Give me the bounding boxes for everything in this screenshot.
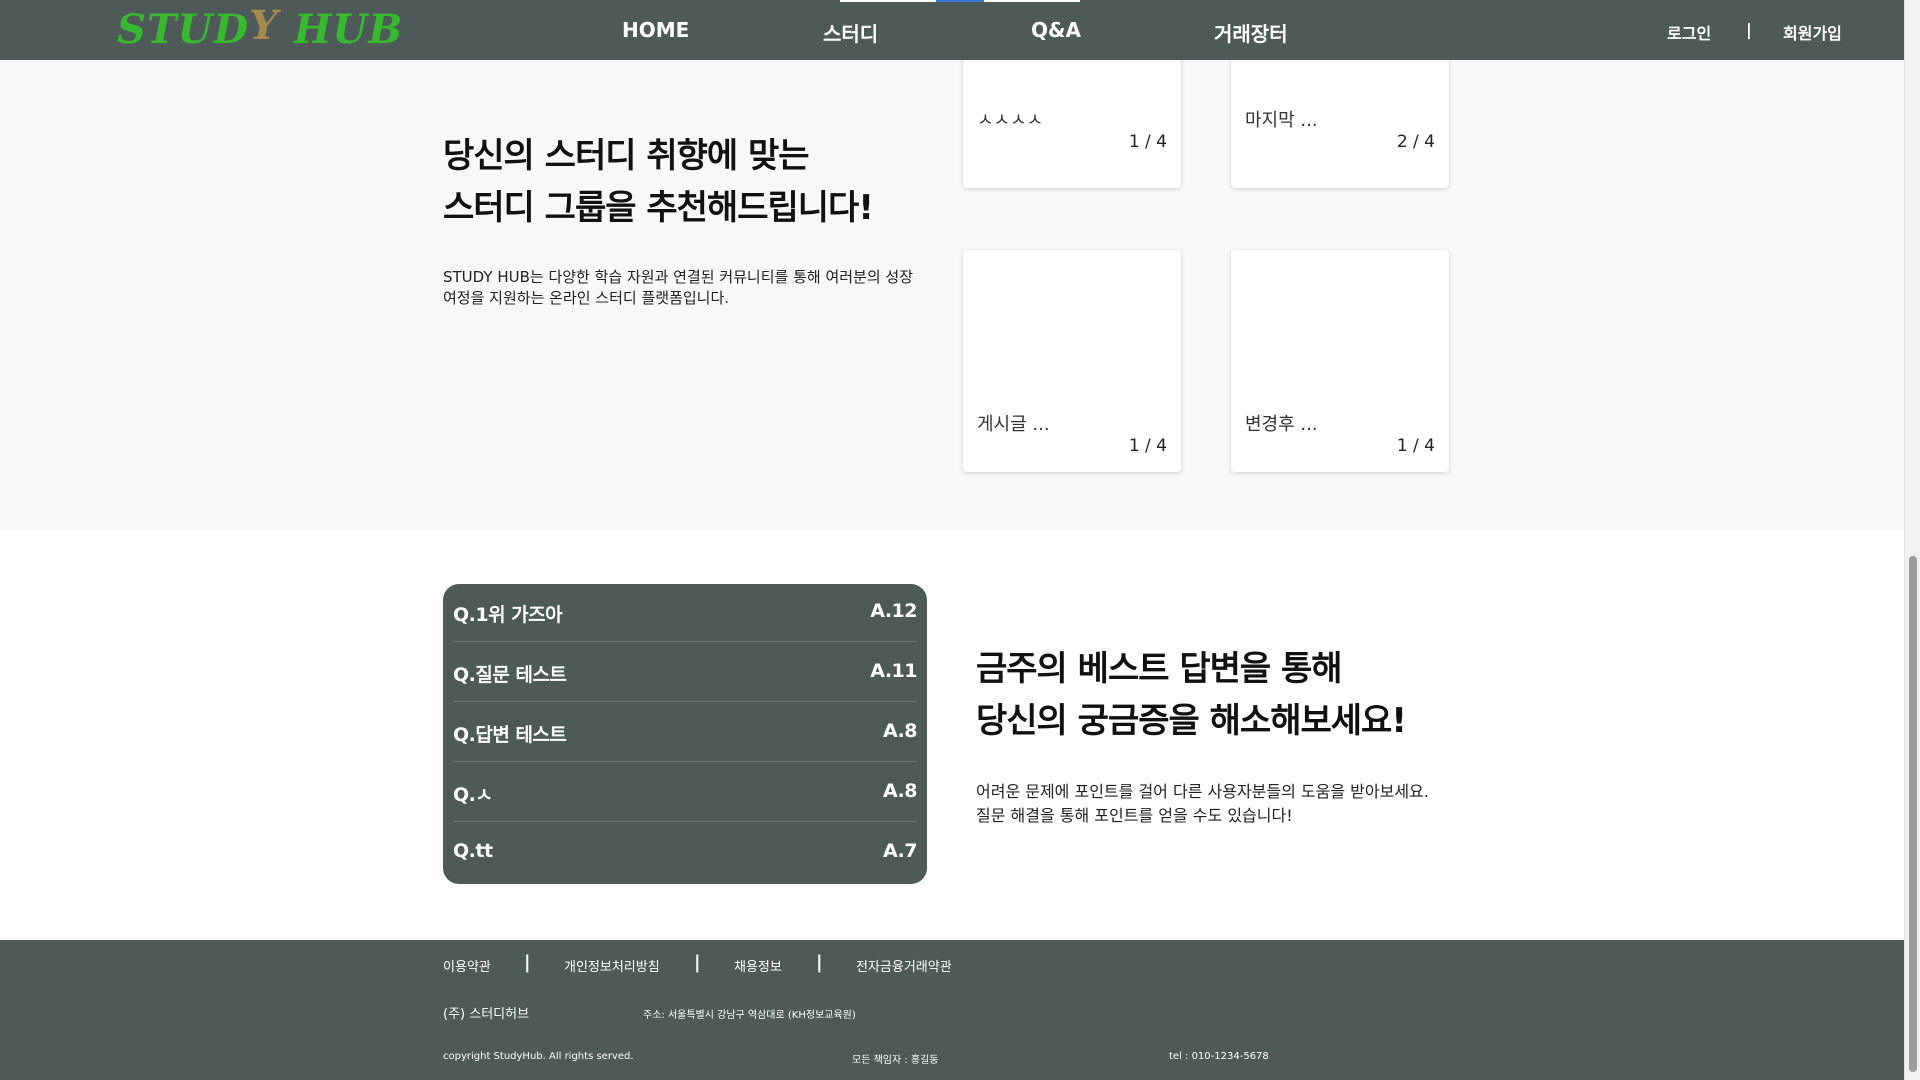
study-card-page: 1 / 4 [1396,436,1435,456]
study-card[interactable]: 게시글 ... 1 / 4 [963,250,1181,472]
study-card[interactable]: 마지막 ... 2 / 4 [1231,40,1449,188]
qa-divider [453,641,917,642]
qa-question: Q.ㅅ [453,784,493,806]
footer-manager: 모든 책임자 : 홍길동 [852,1055,939,1066]
qa-answer-count: A.8 [883,780,918,802]
best-answers-list: Q.1위 가즈아 A.12 Q.질문 테스트 A.11 Q.답변 테스트 A.8… [443,584,927,884]
study-card-page: 1 / 4 [1128,436,1167,456]
study-card-page: 2 / 4 [1396,132,1435,152]
auth-separator: | [1746,20,1752,39]
qa-list-item[interactable]: Q.tt A.7 [453,824,918,884]
qa-description-line1: 어려운 문제에 포인트를 걸어 다른 사용자분들의 도움을 받아보세요. [976,782,1429,801]
nav-indicator-active [936,0,984,2]
qa-headline-line2: 당신의 궁금증을 해소해보세요! [976,701,1407,741]
qa-list-item[interactable]: Q.ㅅ A.8 [453,764,918,824]
qa-answer-count: A.12 [870,600,917,622]
study-description-line1: STUDY HUB는 다양한 학습 자원과 연결된 커뮤니티를 통해 여러분의 … [443,268,914,286]
footer-separator: | [694,952,701,973]
nav-indicator-line [840,0,936,2]
qa-list-item[interactable]: Q.1위 가즈아 A.12 [453,584,917,644]
nav-indicator-line [984,0,1080,2]
study-card-title: 게시글 ... [977,414,1050,435]
footer-link-terms[interactable]: 이용약관 [443,956,491,975]
qa-list-item[interactable]: Q.답변 테스트 A.8 [453,704,918,764]
study-headline-line1: 당신의 스터디 취향에 맞는 [443,136,810,176]
study-section: 당신의 스터디 취향에 맞는 스터디 그룹을 추천해드립니다! STUDY HU… [0,40,1904,530]
qa-list-item[interactable]: Q.질문 테스트 A.11 [453,644,917,704]
footer-address: 주소: 서울특별시 강남구 역삼대로 (KH정보교육원) [643,1010,856,1021]
study-card[interactable]: ㅅㅅㅅㅅ 1 / 4 [963,40,1181,188]
logo[interactable]: STUDY HUB [117,2,403,53]
qa-question: Q.답변 테스트 [453,724,567,746]
qa-answer-count: A.11 [870,660,917,682]
page-scrollbar[interactable] [1904,0,1920,1080]
qa-answer-count: A.7 [883,840,918,862]
footer: 이용약관 | 개인정보처리방침 | 채용정보 | 전자금융거래약관 (주) 스터… [0,940,1904,1080]
qa-divider [453,701,917,702]
signup-link[interactable]: 회원가입 [1783,20,1842,44]
nav-study[interactable]: 스터디 [823,18,878,47]
scrollbar-thumb[interactable] [1909,556,1917,1072]
qa-question: Q.tt [453,840,493,862]
qa-description-line2: 질문 해결을 통해 포인트를 얻을 수도 있습니다! [976,806,1293,825]
study-card-page: 1 / 4 [1128,132,1167,152]
footer-copyright: copyright StudyHub. All rights served. [443,1051,634,1062]
study-card-title: 변경후 ... [1245,414,1318,435]
qa-question: Q.질문 테스트 [453,664,567,686]
footer-separator: | [816,952,823,973]
footer-link-careers[interactable]: 채용정보 [734,956,782,975]
footer-separator: | [524,952,531,973]
footer-company: (주) 스터디허브 [443,1007,530,1022]
qa-headline-line1: 금주의 베스트 답변을 통해 [976,649,1343,689]
study-headline-line2: 스터디 그룹을 추천해드립니다! [443,188,874,228]
nav-home[interactable]: HOME [622,18,689,42]
study-description-line2: 여정을 지원하는 온라인 스터디 플랫폼입니다. [443,289,730,307]
nav-marketplace[interactable]: 거래장터 [1214,18,1288,47]
study-card-title: ㅅㅅㅅㅅ [977,110,1044,131]
login-link[interactable]: 로그인 [1667,20,1711,44]
qa-divider [453,821,917,822]
qa-question: Q.1위 가즈아 [453,604,563,626]
nav-qa[interactable]: Q&A [1031,18,1081,42]
footer-tel: tel : 010-1234-5678 [1169,1051,1269,1062]
header: STUDY HUB HOME 스터디 Q&A 거래장터 로그인 | 회원가입 [0,0,1904,60]
study-card[interactable]: 변경후 ... 1 / 4 [1231,250,1449,472]
footer-link-finance-terms[interactable]: 전자금융거래약관 [856,956,952,975]
study-card-title: 마지막 ... [1245,110,1318,131]
qa-answer-count: A.8 [883,720,918,742]
qa-divider [453,761,917,762]
footer-link-privacy[interactable]: 개인정보처리방침 [564,956,660,975]
